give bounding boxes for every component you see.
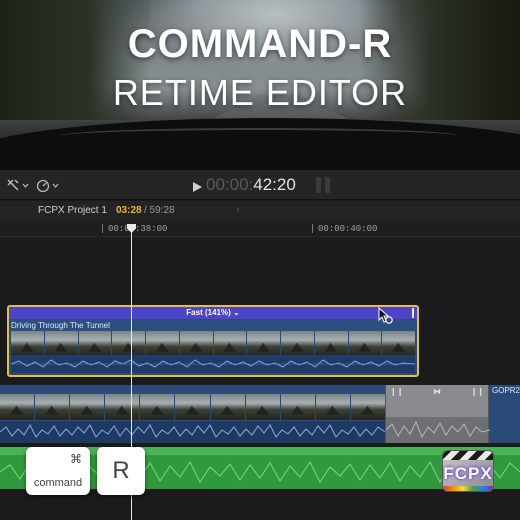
chevron-down-icon bbox=[52, 182, 59, 189]
retime-speed-label[interactable]: Fast (141%) ⌄ bbox=[186, 308, 239, 317]
ruler-tick bbox=[312, 224, 313, 233]
timeline-toolbar: 00:00:42:20 bbox=[0, 170, 520, 200]
speedometer-icon bbox=[36, 178, 50, 192]
next-clip-name: GOPR2 bbox=[492, 386, 520, 395]
clip-name: Driving Through The Tunnel bbox=[11, 320, 417, 331]
timecode-display[interactable]: 00:00:42:20 bbox=[206, 175, 296, 195]
selected-clip[interactable]: Fast (141%) ⌄ Driving Through The Tunnel bbox=[7, 305, 419, 377]
cross-dissolve-transition[interactable]: ❙❙ ⧓ ❙❙ bbox=[385, 385, 491, 443]
next-clip[interactable]: GOPR2 bbox=[490, 385, 520, 443]
ruler-label: 00:00:40:00 bbox=[318, 224, 378, 234]
command-key-label: command bbox=[33, 477, 83, 489]
hero-banner: COMMAND-R RETIME EDITOR bbox=[0, 0, 520, 170]
command-key: ⌘ command bbox=[26, 447, 90, 495]
project-bar: FCPX Project 1 03:28 / 59:28 › bbox=[0, 201, 520, 221]
logo-color-stripe bbox=[443, 486, 493, 491]
command-symbol-icon: ⌘ bbox=[70, 452, 82, 466]
ruler-label: 00:00:38:00 bbox=[108, 224, 168, 234]
project-current-time: 03:28 bbox=[116, 205, 142, 216]
storyline-filmstrip bbox=[0, 394, 386, 420]
select-tool-icon bbox=[6, 178, 20, 192]
chevron-right-icon[interactable]: › bbox=[236, 204, 240, 216]
dashboard-highlight bbox=[60, 128, 460, 144]
primary-storyline-clip[interactable]: ❙❙ ⧓ ❙❙ GOPR2 bbox=[0, 385, 520, 443]
retime-menu-button[interactable] bbox=[36, 177, 59, 193]
transition-handle-left[interactable]: ❙❙ bbox=[390, 387, 403, 396]
transition-handle-right[interactable]: ❙❙ bbox=[471, 387, 484, 396]
hero-subtitle: RETIME EDITOR bbox=[112, 72, 408, 113]
tools-menu-button[interactable] bbox=[6, 177, 29, 193]
retime-handle[interactable] bbox=[412, 308, 414, 318]
fcpx-logo: FCPX bbox=[442, 450, 494, 492]
r-key-label: R bbox=[112, 457, 130, 484]
storyline-audio-waveform bbox=[0, 421, 386, 443]
r-key: R bbox=[97, 447, 145, 495]
clip-filmstrip bbox=[11, 331, 415, 357]
car-dashboard bbox=[0, 118, 520, 170]
timecode-bright: 42:20 bbox=[253, 175, 296, 194]
retime-cursor-icon bbox=[378, 306, 394, 330]
ruler-tick bbox=[102, 224, 103, 233]
hero-title: COMMAND-R bbox=[127, 22, 393, 66]
chevron-down-icon bbox=[22, 182, 29, 189]
retime-speed-bar[interactable]: Fast (141%) ⌄ bbox=[9, 307, 417, 319]
project-name[interactable]: FCPX Project 1 bbox=[38, 205, 107, 216]
audio-meter-icon[interactable] bbox=[316, 177, 330, 193]
timecode-dim: 00:00: bbox=[206, 175, 254, 194]
project-duration: / 59:28 bbox=[144, 205, 175, 216]
clip-audio-waveform bbox=[11, 355, 415, 373]
fcpx-logo-text: FCPX bbox=[443, 464, 493, 483]
transition-waveform bbox=[385, 417, 491, 443]
clapperboard-icon bbox=[443, 451, 493, 460]
play-icon[interactable] bbox=[193, 179, 202, 197]
bowtie-icon: ⧓ bbox=[433, 387, 441, 396]
timeline-ruler[interactable]: 00:00:38:00 00:00:40:00 bbox=[0, 221, 520, 237]
